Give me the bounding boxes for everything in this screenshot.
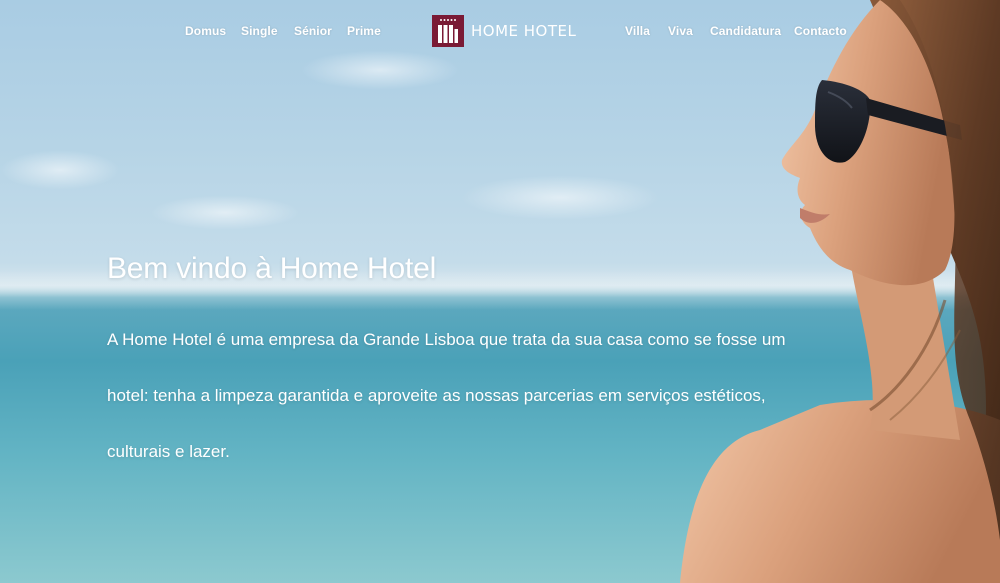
building-icon [432,15,464,47]
hero-description: A Home Hotel é uma empresa da Grande Lis… [107,330,786,461]
top-navigation: Domus Single Sénior Prime HOME HOTEL Vil… [0,0,1000,64]
nav-link-villa[interactable]: Villa [625,24,650,38]
nav-link-domus[interactable]: Domus [185,24,226,38]
hero-title: Bem vindo à Home Hotel [107,252,437,285]
nav-link-senior[interactable]: Sénior [294,24,332,38]
nav-link-contacto[interactable]: Contacto [794,24,847,38]
nav-link-prime[interactable]: Prime [347,24,381,38]
hero-background [0,0,1000,583]
home-hotel-logo[interactable]: HOME HOTEL [432,14,576,48]
nav-link-candidatura[interactable]: Candidatura [710,24,781,38]
logo-text: HOME HOTEL [471,22,577,40]
nav-link-single[interactable]: Single [241,24,278,38]
hero-content: Bem vindo à Home Hotel A Home Hotel é um… [107,252,787,461]
woman-with-sunglasses-image [680,0,1000,583]
nav-link-viva[interactable]: Viva [668,24,693,38]
